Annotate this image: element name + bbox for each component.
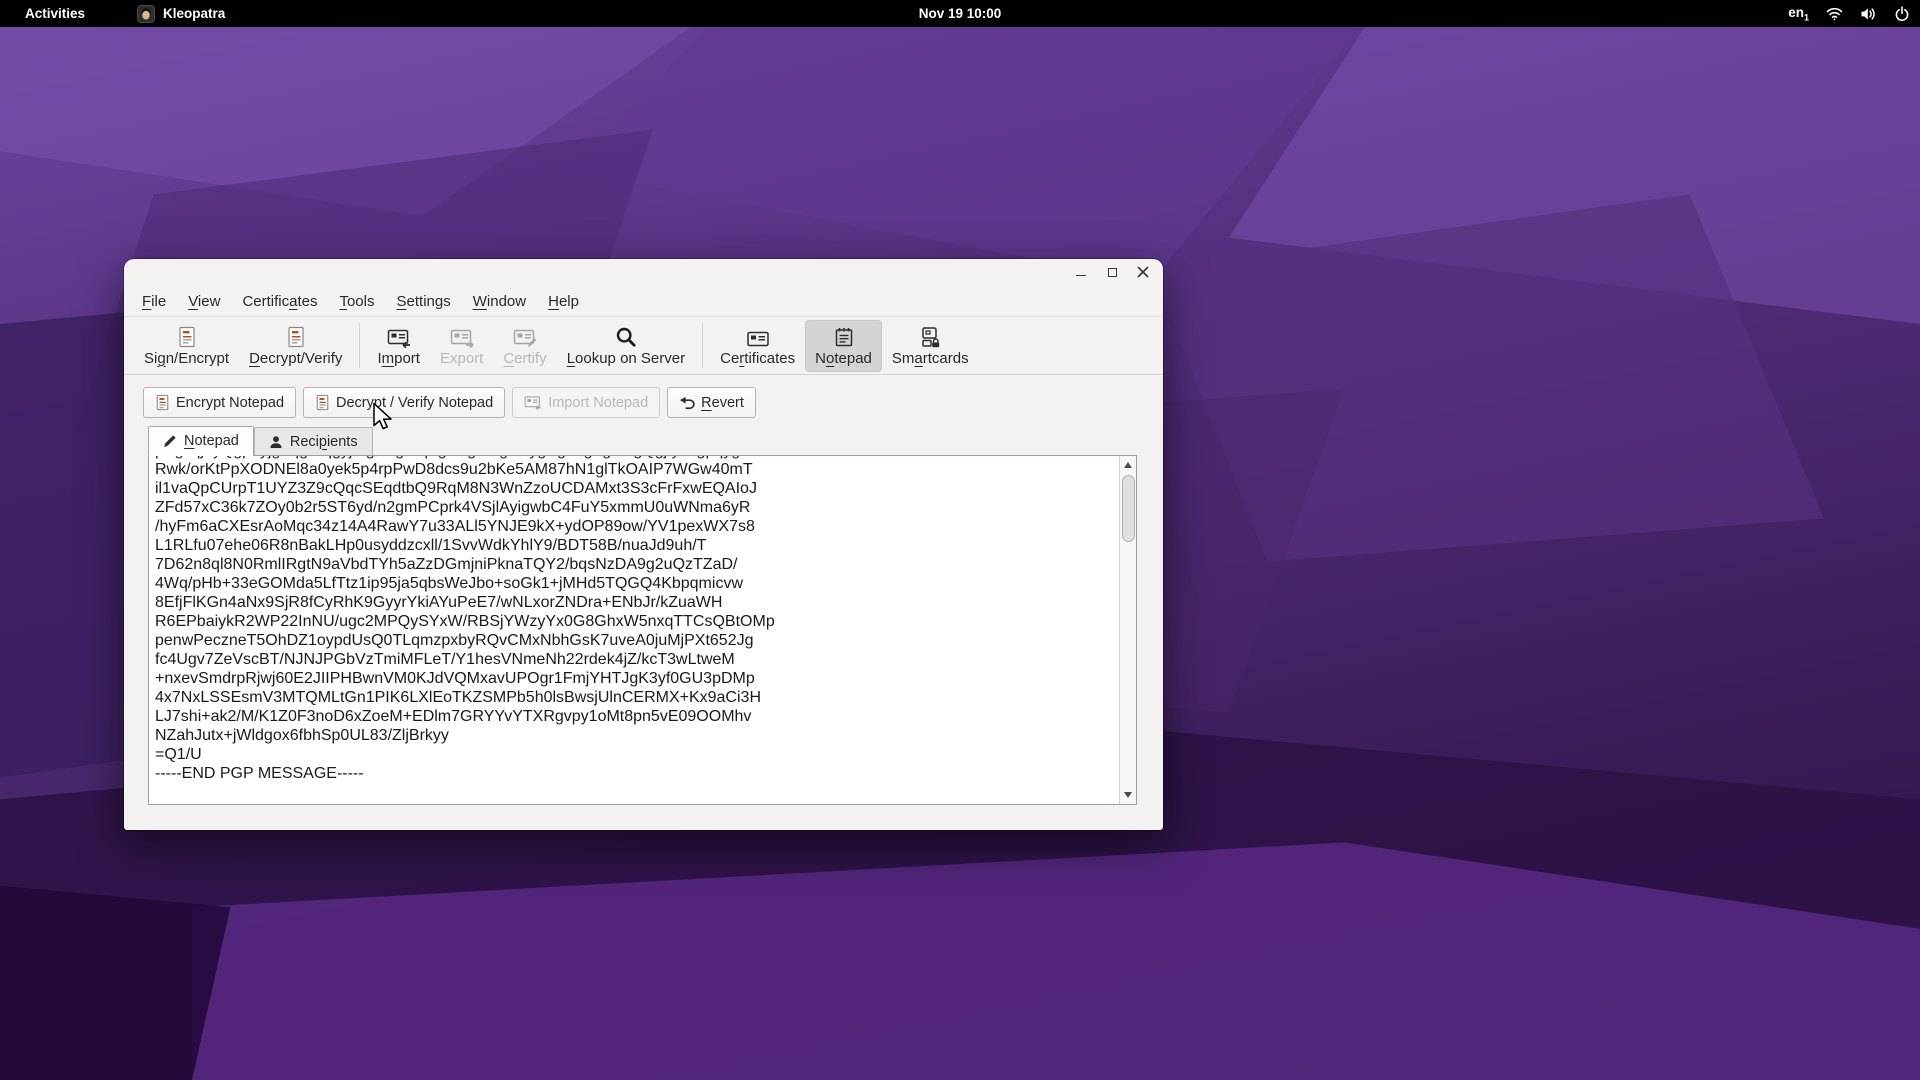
notepad-line: fc4Ugv7ZeVscBT/NJNJPGbVzTmiMFLeT/Y1hesVN… [155, 650, 1117, 669]
notepad-line: =Q1/U [155, 745, 1117, 764]
certify-icon [513, 325, 537, 348]
notepad-actions: Encrypt Notepad Decrypt / Verify Notepad [143, 387, 1163, 418]
toolbar-import[interactable]: Import [367, 320, 430, 372]
maximize-icon [1108, 268, 1117, 277]
notepad-editor[interactable]: pYgJqj1yQgpTyjgZqgWqgyjMgN3gWqZgoUgCDgMx… [148, 455, 1137, 805]
menu-window[interactable]: Window [462, 288, 537, 315]
notepad-line: R6EPbaiykR2WP22InNU/ugc2MPQySYxW/RBSjYWz… [155, 612, 1117, 631]
notepad-icon [833, 325, 855, 348]
scrollbar-thumb[interactable] [1122, 475, 1135, 542]
notepad-line: 4x7NxLSSEsmV3MTQMLtGn1PIK6LXlEoTKZSMPb5h… [155, 688, 1117, 707]
notepad-line: ZFd57xC36k7ZOy0b2r5ST6yd/n2gmPCprk4VSjlA… [155, 498, 1117, 517]
minimize-button[interactable] [1073, 264, 1089, 280]
toolbar-smartcards[interactable]: Smartcards [882, 320, 979, 372]
app-menu-label: Kleopatra [163, 6, 225, 21]
minimize-icon [1076, 275, 1086, 276]
encrypt-notepad-button[interactable]: Encrypt Notepad [143, 387, 296, 418]
person-icon [269, 435, 283, 449]
export-certificate-icon [450, 325, 474, 348]
document-icon [155, 394, 170, 411]
notepad-tabbar: Notepad Recipients [148, 426, 1163, 455]
menu-certificates[interactable]: Certificates [231, 288, 328, 315]
toolbar-notepad[interactable]: Notepad [805, 320, 882, 372]
scroll-down-arrow[interactable] [1124, 792, 1132, 798]
notepad-line: 7D62n8ql8N0RmlIRgtN9aVbdTYh5aZzDGmjniPkn… [155, 555, 1117, 574]
input-source-indicator[interactable]: en1 [1788, 5, 1809, 23]
top-bar: Activities Kleopatra Nov 19 10:00 en1 [0, 0, 1920, 27]
wifi-icon [1826, 7, 1843, 21]
kleopatra-window: File View Certificates Tools Settings Wi… [124, 259, 1163, 830]
notepad-view: Encrypt Notepad Decrypt / Verify Notepad [124, 375, 1163, 830]
notepad-line: LJ7shi+ak2/M/K1Z0F3noD6xZoeM+EDlm7GRYYvY… [155, 707, 1117, 726]
notepad-line: 8EfjFlKGn4aNx9SjR8fCyRhK9GyyrYkiAYuPeE7/… [155, 593, 1117, 612]
notepad-text[interactable]: pYgJqj1yQgpTyjgZqgWqgyjMgN3gWqZgoUgCDgMx… [155, 456, 1117, 804]
import-certificate-icon [524, 395, 542, 410]
revert-icon [679, 395, 695, 411]
toolbar-certificates[interactable]: Certificates [710, 320, 805, 372]
vertical-scrollbar[interactable] [1119, 456, 1136, 804]
mouse-cursor [372, 402, 396, 432]
menu-bar: File View Certificates Tools Settings Wi… [124, 286, 1163, 317]
menu-file[interactable]: File [131, 288, 177, 315]
import-certificate-icon [387, 325, 411, 348]
decrypt-verify-document-icon [286, 325, 306, 348]
main-toolbar: Sign/Encrypt Decrypt/Verify [124, 317, 1163, 375]
notepad-line: -----END PGP MESSAGE----- [155, 764, 1117, 783]
menu-view[interactable]: View [177, 288, 231, 315]
notepad-line: Rwk/orKtPpXODNEl8a0yek5p4rpPwD8dcs9u2bKe… [155, 460, 1117, 479]
search-icon [615, 325, 637, 348]
close-icon [1137, 266, 1149, 278]
maximize-button[interactable] [1104, 264, 1120, 280]
menu-help[interactable]: Help [537, 288, 590, 315]
pencil-icon [163, 434, 177, 448]
activities-button[interactable]: Activities [25, 6, 85, 21]
tab-recipients[interactable]: Recipients [254, 427, 373, 455]
scroll-up-arrow[interactable] [1124, 462, 1132, 468]
notepad-line: il1vaQpCUrpT1UYZ3Z9cQqcSEqdtbQ9RqM8N3WnZ… [155, 479, 1117, 498]
revert-button[interactable]: Revert [667, 387, 756, 418]
clock-button[interactable]: Nov 19 10:00 [0, 6, 1920, 21]
certificates-icon [746, 325, 770, 348]
app-menu-button[interactable]: Kleopatra [137, 5, 225, 23]
notepad-line: penwPeczneT5OhDZ1oypdUsQ0TLqmzpxbyRQvCMx… [155, 631, 1117, 650]
toolbar-separator [359, 323, 360, 368]
close-button[interactable] [1135, 264, 1151, 280]
volume-icon [1860, 7, 1877, 21]
toolbar-separator [702, 323, 703, 368]
toolbar-certify[interactable]: Certify [493, 320, 556, 372]
desktop: Activities Kleopatra Nov 19 10:00 en1 [0, 0, 1920, 1080]
menu-tools[interactable]: Tools [328, 288, 385, 315]
kleopatra-app-icon [137, 5, 155, 23]
window-titlebar[interactable] [124, 259, 1163, 286]
document-icon [315, 394, 330, 411]
toolbar-lookup-on-server[interactable]: Lookup on Server [557, 320, 695, 372]
notepad-line: NZahJutx+jWldgox6fbhSp0UL83/ZljBrkyy [155, 726, 1117, 745]
system-status-area[interactable]: en1 [1788, 0, 1910, 27]
notepad-line: 4Wq/pHb+33eGOMda5LfTtz1ip95ja5qbsWeJbo+s… [155, 574, 1117, 593]
power-icon [1894, 6, 1910, 22]
notepad-line: /hyFm6aCXEsrAoMqc34z14A4RawY7u33ALl5YNJE… [155, 517, 1117, 536]
toolbar-export[interactable]: Export [430, 320, 493, 372]
tab-notepad[interactable]: Notepad [148, 426, 254, 456]
toolbar-sign-encrypt[interactable]: Sign/Encrypt [134, 320, 239, 372]
menu-settings[interactable]: Settings [386, 288, 462, 315]
decrypt-verify-notepad-button[interactable]: Decrypt / Verify Notepad [303, 387, 505, 418]
sign-encrypt-document-icon [177, 325, 197, 348]
smartcard-icon [919, 325, 941, 348]
notepad-line: L1RLfu07ehe06R8nBakLHp0usyddzcxll/1SvvWd… [155, 536, 1117, 555]
toolbar-decrypt-verify[interactable]: Decrypt/Verify [239, 320, 352, 372]
notepad-line: +nxevSmdrpRjwj60E2JIIPHBwnVM0KJdVQMxavUP… [155, 669, 1117, 688]
import-notepad-button[interactable]: Import Notepad [512, 387, 660, 418]
